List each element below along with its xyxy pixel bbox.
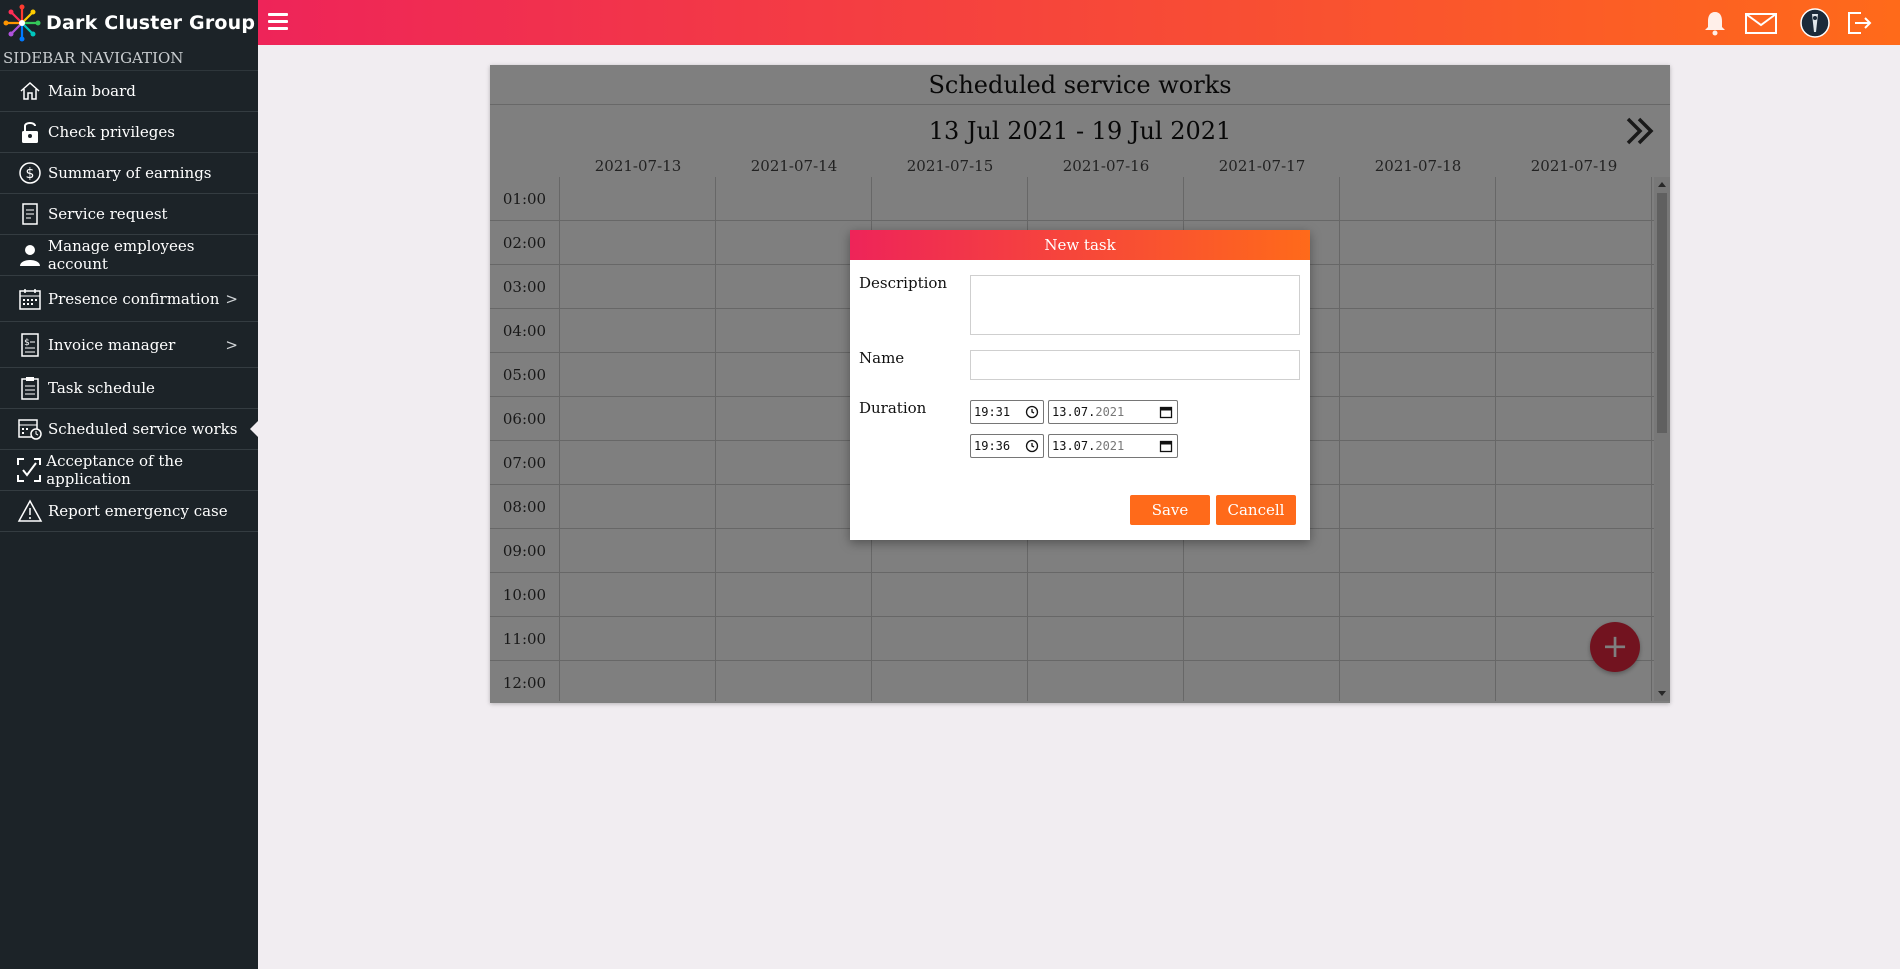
home-icon (16, 77, 44, 105)
sidebar-item-label: Acceptance of the application (46, 452, 183, 488)
description-field[interactable] (970, 275, 1300, 335)
clock-icon[interactable] (1025, 405, 1039, 419)
avatar[interactable] (1800, 8, 1830, 38)
sidebar-item-label: Summary of earnings (48, 164, 212, 182)
sidebar-item-label: Task schedule (48, 379, 155, 397)
sidebar-item-label: Manage employees account (47, 237, 195, 273)
end-date-input[interactable]: 13.07.2021 (1048, 434, 1178, 458)
logout-icon[interactable] (1844, 8, 1874, 38)
invoice-icon: $ (16, 331, 44, 359)
sidebar-item-scheduled-service-works[interactable]: Scheduled service works (0, 409, 258, 450)
calendar-picker-icon[interactable] (1159, 439, 1173, 453)
svg-text:$: $ (24, 338, 30, 348)
duration-label: Duration (859, 399, 927, 417)
save-button[interactable]: Save (1130, 495, 1210, 525)
sidebar-item-manage-employees[interactable]: Manage employees account (0, 235, 258, 276)
sidebar-item-check-privileges[interactable]: Check privileges (0, 112, 258, 153)
sidebar-item-report-emergency[interactable]: Report emergency case (0, 491, 258, 532)
sidebar-heading: SIDEBAR NAVIGATION (0, 45, 258, 71)
start-time-input[interactable]: 19:31 (970, 400, 1044, 424)
new-task-dialog: New task Description Name Duration 19:31… (850, 230, 1310, 540)
sidebar-item-label: Invoice manager (48, 335, 176, 354)
document-icon (16, 200, 44, 228)
end-time-input[interactable]: 19:36 (970, 434, 1044, 458)
sidebar-item-presence-confirmation[interactable]: Presence confirmation > (0, 276, 258, 322)
start-date-input[interactable]: 13.07.2021 (1048, 400, 1178, 424)
description-label: Description (859, 274, 948, 292)
bell-icon[interactable] (1700, 8, 1730, 38)
sidebar-item-label: Presence confirmation (48, 289, 220, 308)
end-date-year: 2021 (1095, 439, 1125, 453)
name-label: Name (859, 349, 905, 367)
check-frame-icon (16, 456, 42, 484)
brand[interactable]: Dark Cluster Group (0, 0, 258, 45)
sidebar-item-main-board[interactable]: Main board (0, 71, 258, 112)
dialog-title: New task (850, 230, 1310, 260)
sidebar-item-task-schedule[interactable]: Task schedule (0, 368, 258, 409)
menu-toggle-icon[interactable] (268, 13, 288, 31)
clipboard-icon (16, 374, 44, 402)
name-field[interactable] (970, 350, 1300, 380)
sidebar-item-service-request[interactable]: Service request (0, 194, 258, 235)
sidebar-item-label: Report emergency case (48, 502, 228, 520)
cancel-button[interactable]: Cancell (1216, 495, 1296, 525)
mail-icon[interactable] (1744, 8, 1778, 38)
sidebar-item-label: Service request (48, 205, 168, 223)
chevron-right-icon: > (225, 289, 238, 308)
lock-icon (16, 118, 44, 146)
calendar-picker-icon[interactable] (1159, 405, 1173, 419)
start-time-value: 19:31 (974, 405, 1011, 419)
warning-icon (16, 497, 44, 525)
calendar-clock-icon (16, 415, 44, 443)
user-icon (16, 241, 44, 269)
calendar-icon (16, 285, 44, 313)
dollar-icon: $ (16, 159, 44, 187)
sidebar-item-acceptance-of-application[interactable]: Acceptance of the application (0, 450, 258, 491)
top-bar: Dark Cluster Group (0, 0, 1900, 45)
logo-icon (3, 4, 41, 41)
sidebar-item-label: Main board (48, 82, 136, 100)
end-time-value: 19:36 (974, 439, 1011, 453)
active-indicator (250, 421, 258, 437)
start-date-year: 2021 (1095, 405, 1125, 419)
sidebar: SIDEBAR NAVIGATION Main board Check priv… (0, 45, 258, 969)
sidebar-item-invoice-manager[interactable]: $ Invoice manager > (0, 322, 258, 368)
end-date-daymonth: 13.07. (1052, 439, 1096, 453)
brand-name: Dark Cluster Group (46, 11, 256, 34)
chevron-right-icon: > (225, 335, 238, 354)
svg-text:$: $ (26, 166, 35, 182)
sidebar-item-label: Check privileges (48, 123, 175, 141)
clock-icon[interactable] (1025, 439, 1039, 453)
start-date-daymonth: 13.07. (1052, 405, 1096, 419)
sidebar-item-label: Scheduled service works (48, 420, 238, 438)
sidebar-item-summary-of-earnings[interactable]: $ Summary of earnings (0, 153, 258, 194)
